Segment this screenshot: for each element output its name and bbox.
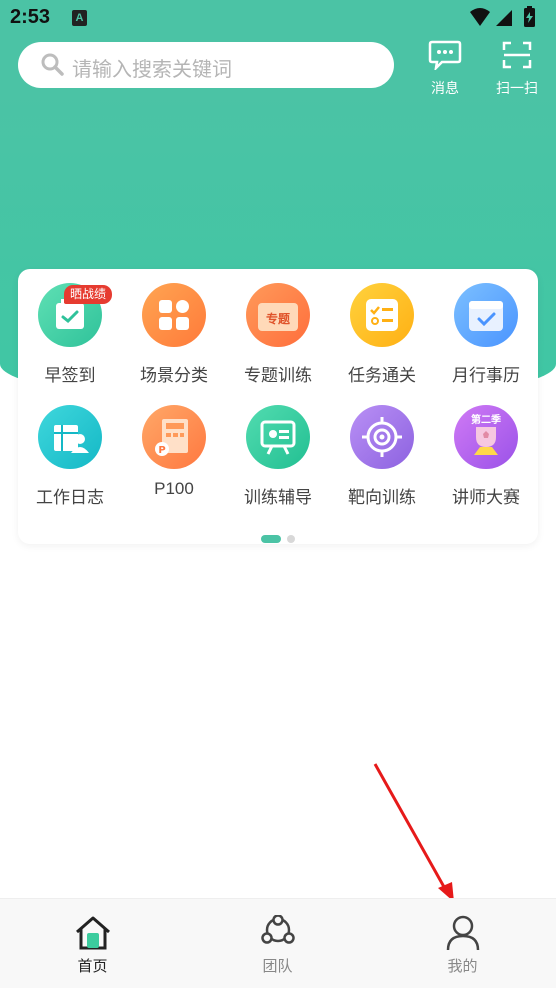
team-icon [259,914,297,956]
status-time: 2:53 [10,6,51,28]
tab-profile[interactable]: 我的 [370,899,555,988]
grid-item-p100[interactable]: P P100 [122,391,226,501]
battery-icon [524,6,535,27]
grid-item-scene-category[interactable]: 场景分类 [122,269,226,385]
grid-item-label: P100 [154,479,194,498]
page-indicator [18,530,538,543]
tab-label: 我的 [447,958,478,975]
bottom-tab-bar: 首页 团队 我的 [0,898,556,988]
annotation-arrow [373,763,454,902]
grid-item-label: 讲师大赛 [452,488,520,507]
signal-icon [496,10,512,26]
grid-item-label: 训练辅导 [244,488,312,507]
app-header: 请输入搜索关键词 消息 扫一扫 [0,38,556,96]
page-dot[interactable] [287,534,295,543]
grid-item-label: 工作日志 [36,488,104,507]
message-icon [428,40,462,74]
notification-icon: A [72,10,87,26]
search-input[interactable]: 请输入搜索关键词 [18,42,394,88]
svg-text:P: P [158,445,165,456]
grid-item-label: 靶向训练 [348,488,416,507]
grid-item-work-log[interactable]: 工作日志 [18,391,122,507]
search-icon [40,52,64,81]
message-button[interactable]: 消息 [415,40,475,96]
grid-item-checkin[interactable]: 晒战绩 早签到 [18,269,122,385]
grid-item-label: 场景分类 [140,366,208,385]
work-log-icon [38,405,102,469]
tab-label: 团队 [262,958,293,975]
checklist-icon [350,283,414,347]
target-icon [350,405,414,469]
feature-grid-card: 晒战绩 早签到 场景分类 专题 专题训练 任务通关 月行事历 工作日志 P P1… [18,269,538,544]
tab-team[interactable]: 团队 [185,899,370,988]
status-bar: 2:53 A [0,0,556,38]
profile-icon [444,915,482,956]
presentation-icon [246,405,310,469]
svg-text:专题: 专题 [266,311,291,326]
home-icon [74,915,112,956]
grid-item-training-coaching[interactable]: 训练辅导 [226,391,330,507]
scan-button[interactable]: 扫一扫 [487,40,547,96]
grid-icon [142,283,206,347]
svg-text:第二季: 第二季 [471,413,502,426]
wifi-icon [470,8,490,26]
page-dot-active[interactable] [261,534,281,543]
grid-item-label: 早签到 [44,366,96,385]
search-placeholder: 请输入搜索关键词 [72,59,232,81]
grid-item-task-clearance[interactable]: 任务通关 [330,269,434,385]
p100-icon: P [142,405,206,469]
monthly-calendar-icon [454,283,518,347]
grid-item-label: 专题训练 [244,366,312,385]
grid-item-targeted-training[interactable]: 靶向训练 [330,391,434,507]
status-indicators [468,6,548,32]
trophy-icon: 第二季 [454,405,518,469]
grid-item-label: 月行事历 [452,366,520,385]
grid-item-label: 任务通关 [348,366,416,385]
grid-item-monthly-calendar[interactable]: 月行事历 [434,269,538,385]
grid-item-lecturer-contest[interactable]: 第二季 讲师大赛 [434,391,538,507]
scan-icon [501,41,533,74]
tab-label: 首页 [77,958,108,975]
topic-icon: 专题 [246,283,310,347]
grid-item-topic-training[interactable]: 专题 专题训练 [226,269,330,385]
achievement-badge[interactable]: 晒战绩 [64,285,113,304]
tab-home[interactable]: 首页 [0,899,185,988]
